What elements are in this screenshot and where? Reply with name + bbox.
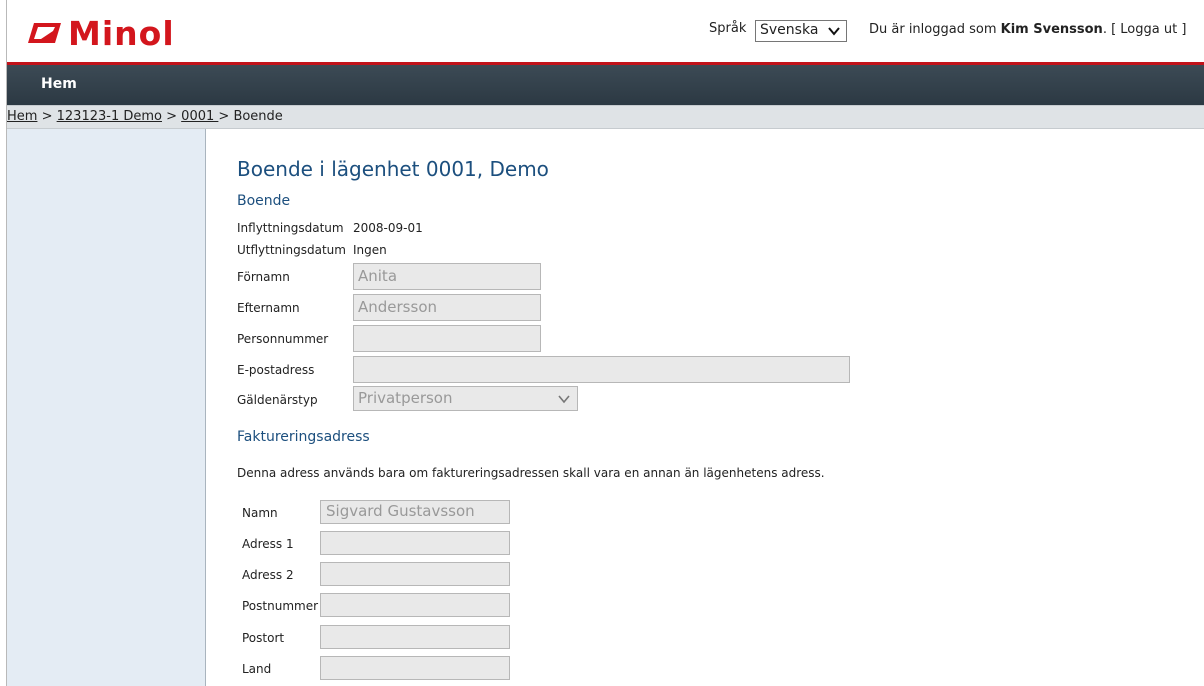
main-content: Boende i lägenhet 0001, Demo Boende Infl…: [237, 129, 1177, 686]
section-title-boende: Boende: [237, 193, 291, 209]
breadcrumb-separator: >: [41, 109, 53, 124]
language-select[interactable]: Svenska: [755, 20, 847, 42]
debtor-type-select[interactable]: Privatperson: [353, 386, 578, 411]
breadcrumb-separator: >: [218, 109, 230, 124]
address1-label: Adress 1: [242, 537, 294, 551]
billing-name-field[interactable]: Sigvard Gustavsson: [320, 500, 510, 524]
logo-text: Minol: [68, 14, 175, 53]
country-label: Land: [242, 662, 272, 676]
nav-bar: Hem: [7, 65, 1204, 105]
language-label: Språk: [709, 21, 747, 36]
debtor-type-value: Privatperson: [358, 389, 453, 407]
city-field[interactable]: [320, 625, 510, 649]
breadcrumb: Hem > 123123-1 Demo > 0001 > Boende: [7, 105, 1204, 129]
billing-note: Denna adress används bara om fakturering…: [237, 466, 825, 480]
move-out-label: Utflyttningsdatum: [237, 243, 346, 257]
language-select-value: Svenska: [760, 22, 819, 38]
email-label: E-postadress: [237, 363, 315, 377]
chevron-down-icon: [828, 27, 840, 36]
postal-code-label: Postnummer: [242, 599, 319, 613]
breadcrumb-apartment-link[interactable]: 0001: [181, 109, 218, 124]
move-out-value: Ingen: [353, 243, 387, 257]
left-panel: [7, 129, 206, 686]
breadcrumb-demo-link[interactable]: 123123-1 Demo: [57, 109, 162, 124]
address2-label: Adress 2: [242, 568, 294, 582]
logout-link[interactable]: Logga ut: [1120, 22, 1177, 37]
chevron-down-icon: [558, 395, 570, 404]
login-prefix: Du är inloggad som: [869, 22, 997, 37]
last-name-label: Efternamn: [237, 301, 300, 315]
first-name-label: Förnamn: [237, 270, 290, 284]
billing-name-label: Namn: [242, 506, 278, 520]
address2-field[interactable]: [320, 562, 510, 586]
email-field[interactable]: [353, 356, 850, 383]
login-status: Du är inloggad som Kim Svensson. [ Logga…: [869, 22, 1186, 37]
user-name: Kim Svensson: [1000, 22, 1103, 37]
personal-number-field[interactable]: [353, 325, 541, 352]
last-name-field[interactable]: Andersson: [353, 294, 541, 321]
move-in-label: Inflyttningsdatum: [237, 221, 344, 235]
logout-close: ]: [1181, 22, 1187, 37]
section-title-billing: Faktureringsadress: [237, 429, 370, 445]
move-in-value: 2008-09-01: [353, 221, 423, 235]
debtor-type-label: Gäldenärstyp: [237, 393, 318, 407]
breadcrumb-separator: >: [166, 109, 178, 124]
address1-field[interactable]: [320, 531, 510, 555]
first-name-field[interactable]: Anita: [353, 263, 541, 290]
nav-item-home[interactable]: Hem: [41, 76, 77, 92]
breadcrumb-home-link[interactable]: Hem: [7, 109, 37, 124]
header: Minol Språk Svenska Du är inloggad som K…: [7, 0, 1204, 62]
city-label: Postort: [242, 631, 285, 645]
logout-open: . [: [1102, 22, 1117, 37]
postal-code-field[interactable]: [320, 593, 510, 617]
page-title: Boende i lägenhet 0001, Demo: [237, 157, 549, 181]
personal-number-label: Personnummer: [237, 332, 329, 346]
breadcrumb-current: Boende: [233, 109, 283, 124]
minol-logo-icon: [28, 23, 61, 43]
country-field[interactable]: [320, 656, 510, 680]
